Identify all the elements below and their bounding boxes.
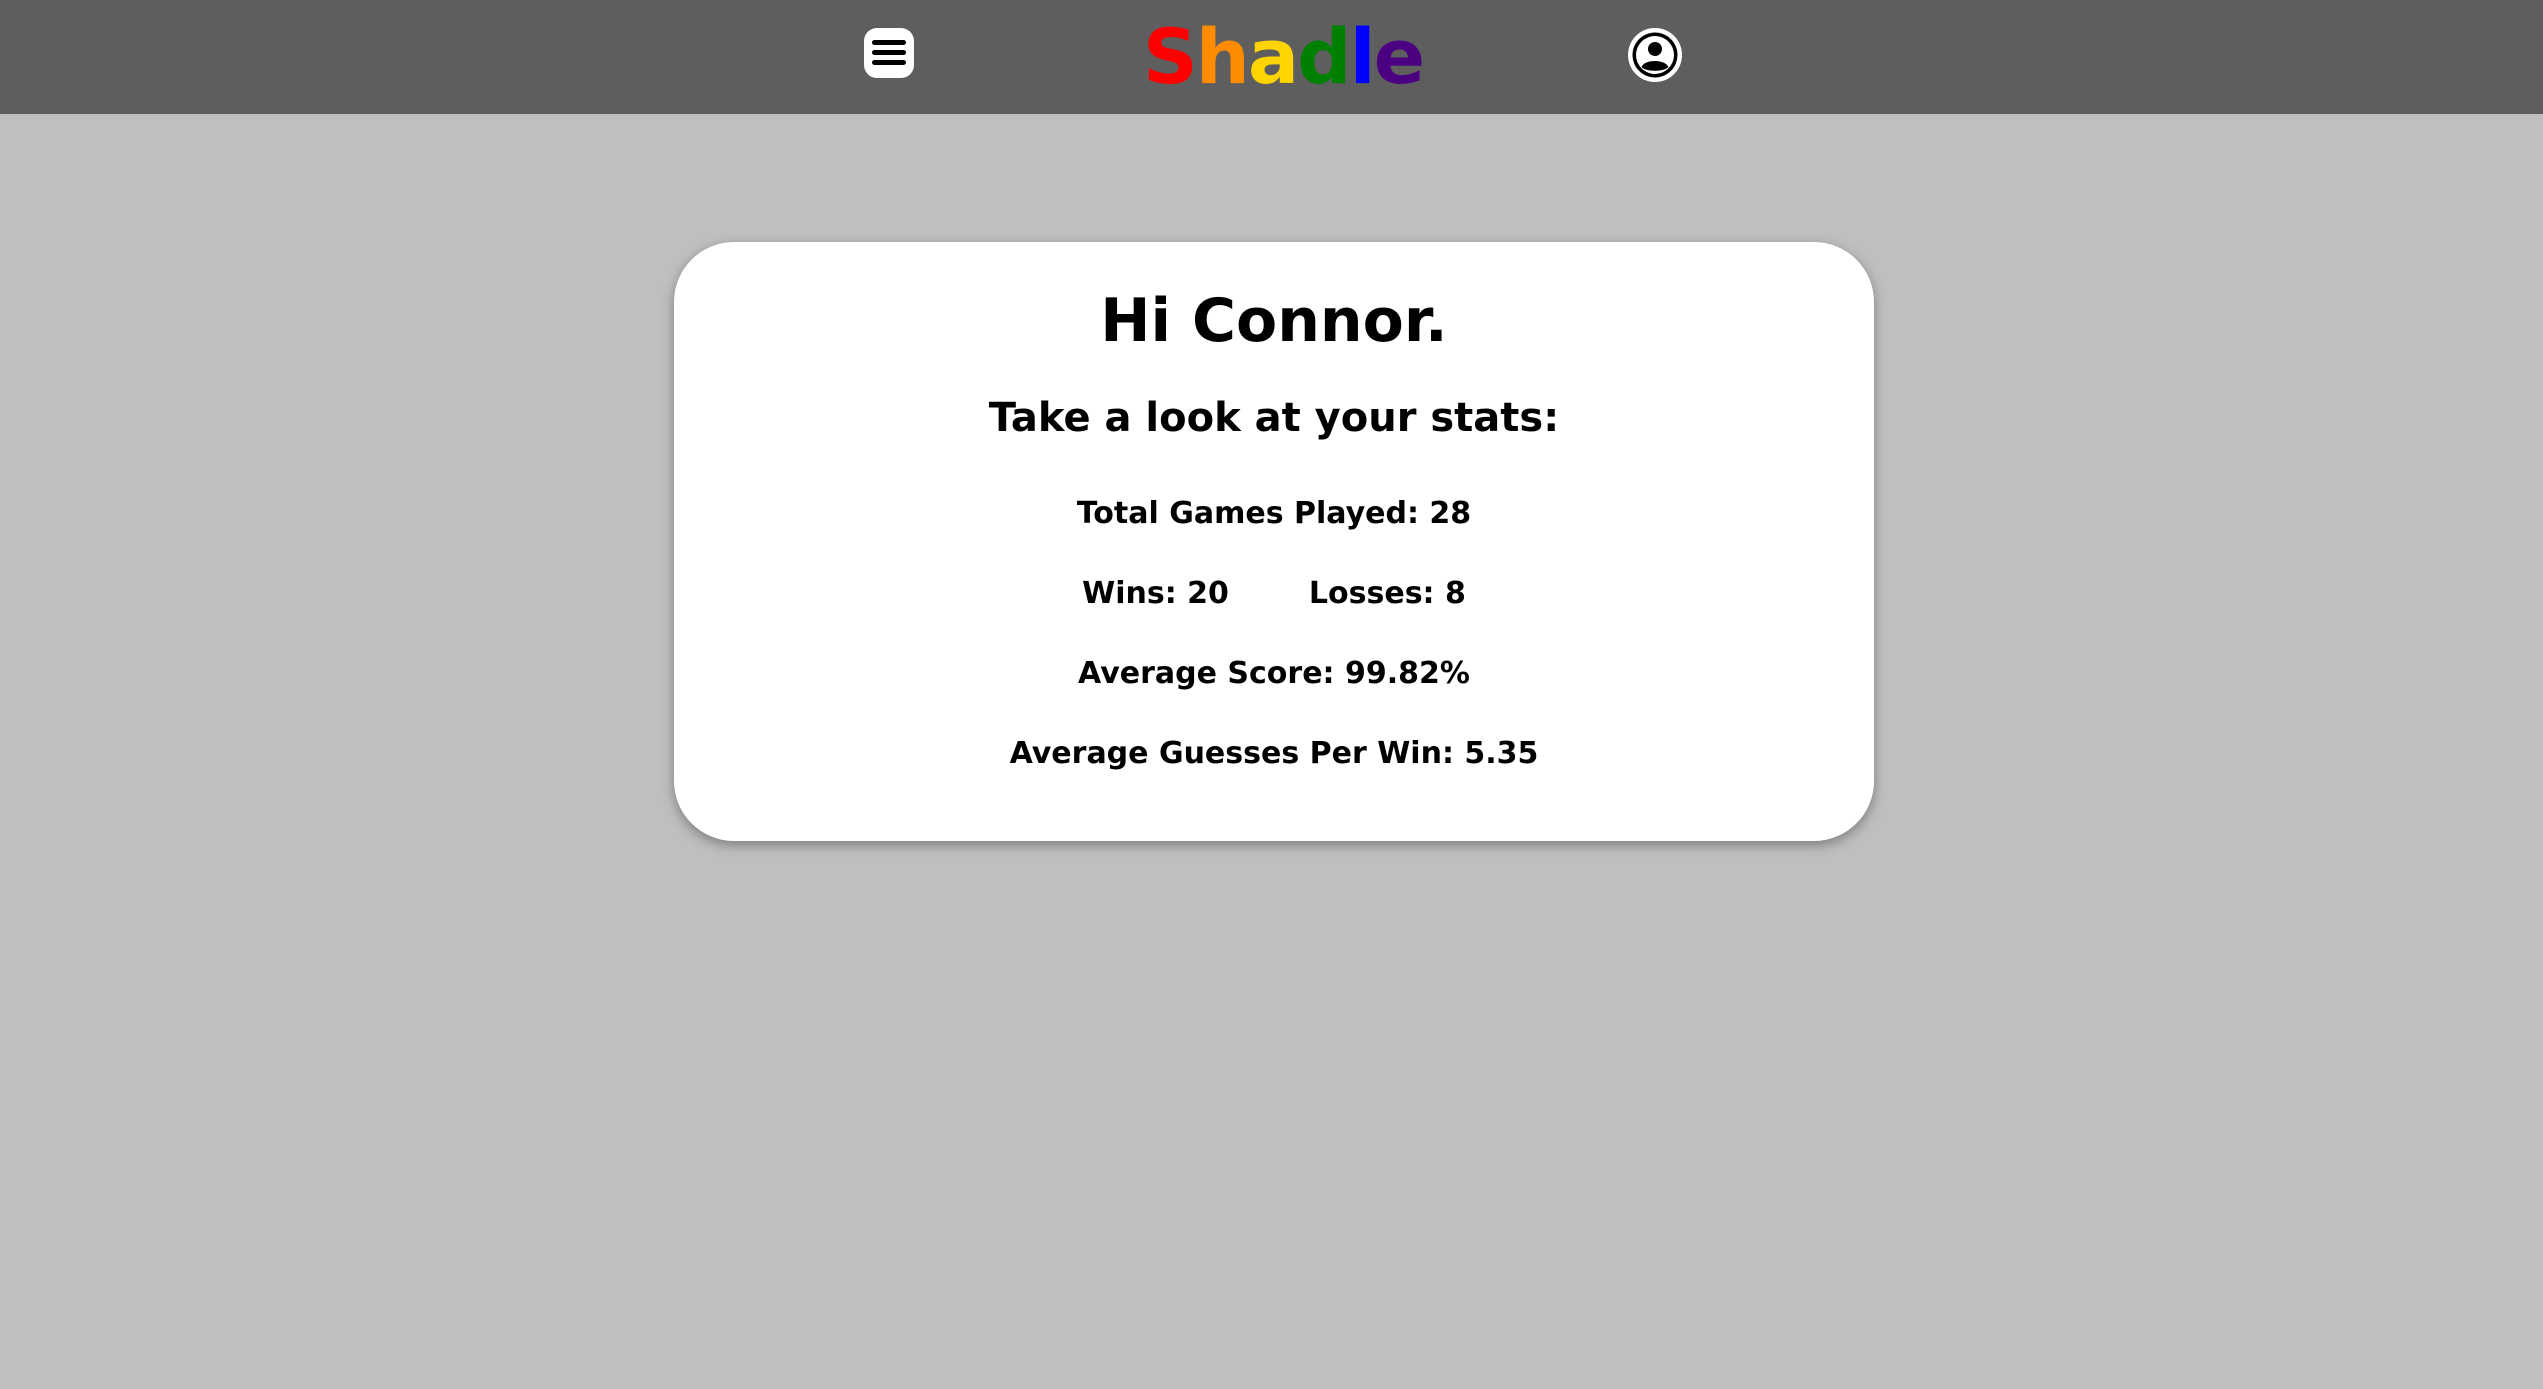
top-bar: Shadle	[0, 0, 2543, 114]
user-account-icon	[1628, 28, 1682, 82]
logo-letter-h: h	[1195, 12, 1250, 101]
greeting-heading: Hi Connor.	[1100, 286, 1448, 356]
wins-losses-row: Wins: 20 Losses: 8	[674, 574, 1874, 614]
logo-letter-e: e	[1373, 12, 1426, 101]
stats-card: Hi Connor. Take a look at your stats: To…	[674, 242, 1874, 841]
average-guesses-stat: Average Guesses Per Win: 5.35	[1009, 736, 1539, 771]
account-button[interactable]	[1627, 27, 1683, 83]
menu-bar-middle	[872, 50, 906, 55]
average-score-stat: Average Score: 99.82%	[1078, 656, 1470, 691]
logo-letter-s: S	[1143, 12, 1198, 101]
total-games-stat: Total Games Played: 28	[1076, 496, 1472, 531]
losses-stat: Losses: 8	[1308, 576, 1466, 611]
menu-button[interactable]	[864, 28, 914, 78]
menu-bar-bottom	[872, 60, 906, 65]
wins-stat: Wins: 20	[1082, 576, 1229, 611]
logo-letter-l: l	[1349, 12, 1376, 101]
menu-bar-top	[872, 40, 906, 45]
stats-subtitle: Take a look at your stats:	[988, 395, 1560, 441]
logo-letter-a: a	[1247, 12, 1299, 101]
shadle-logo[interactable]: Shadle	[1143, 12, 1426, 102]
logo-letter-d: d	[1297, 12, 1351, 101]
